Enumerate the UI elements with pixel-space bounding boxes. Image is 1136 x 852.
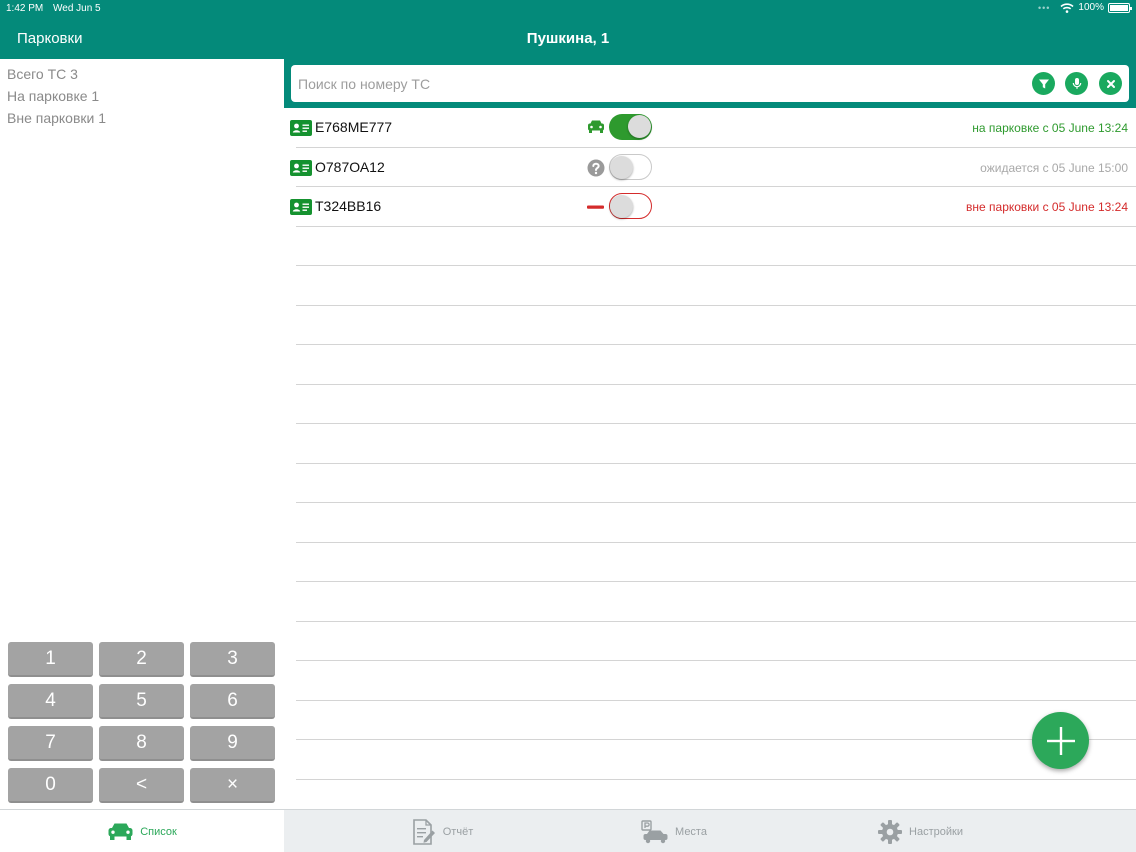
status-time: 1:42 PM xyxy=(6,3,44,14)
key-4[interactable]: 4 xyxy=(8,684,93,719)
vehicle-status: вне парковки с 05 June 13:24 xyxy=(966,200,1128,214)
gear-icon xyxy=(878,819,903,844)
filter-button[interactable] xyxy=(1032,72,1055,95)
tab-places[interactable]: Места xyxy=(532,810,816,852)
row-divider xyxy=(296,739,1136,740)
status-date: Wed Jun 5 xyxy=(53,3,101,14)
car-icon xyxy=(586,119,606,137)
vehicle-plate: Т324ВВ16 xyxy=(315,198,382,214)
search-input[interactable] xyxy=(291,65,1011,102)
row-divider xyxy=(296,660,1136,661)
vehicle-list-panel: Е768МЕ777 на парковке с 05 June 13:24 xyxy=(284,59,1136,809)
id-card-icon xyxy=(290,199,312,215)
vehicle-status: ожидается с 05 June 15:00 xyxy=(980,161,1128,175)
number-keypad: 1 2 3 4 5 6 7 8 9 0 < × xyxy=(8,642,275,803)
key-0[interactable]: 0 xyxy=(8,768,93,803)
key-8[interactable]: 8 xyxy=(99,726,184,761)
key-5[interactable]: 5 xyxy=(99,684,184,719)
row-divider xyxy=(296,700,1136,701)
toggle-knob xyxy=(610,195,633,218)
tab-bar: Список Отчёт Места Настройки xyxy=(0,809,1136,852)
row-divider xyxy=(296,226,1136,227)
tab-list[interactable]: Список xyxy=(0,810,284,852)
toggle-knob xyxy=(628,115,651,138)
key-9[interactable]: 9 xyxy=(190,726,275,761)
parking-toggle[interactable] xyxy=(609,114,652,140)
status-indicators: ••• 100% xyxy=(1037,2,1132,13)
row-divider xyxy=(296,621,1136,622)
plus-icon xyxy=(1046,726,1075,755)
row-divider xyxy=(296,186,1136,187)
vehicle-row[interactable]: О787ОА12 ожидается с 05 June 15:00 xyxy=(284,148,1136,187)
tab-settings[interactable]: Настройки xyxy=(778,810,1062,852)
vehicle-row[interactable]: Е768МЕ777 на парковке с 05 June 13:24 xyxy=(284,108,1136,147)
row-divider xyxy=(296,344,1136,345)
key-1[interactable]: 1 xyxy=(8,642,93,677)
question-icon xyxy=(586,159,606,177)
toggle-knob xyxy=(610,156,633,179)
id-card-icon xyxy=(290,160,312,176)
top-bar: 1:42 PM Wed Jun 5 ••• 100% Парковки Пушк… xyxy=(0,0,1136,59)
add-vehicle-button[interactable] xyxy=(1032,712,1089,769)
close-icon xyxy=(1106,79,1115,88)
vehicle-plate: Е768МЕ777 xyxy=(315,119,393,135)
row-divider xyxy=(296,542,1136,543)
row-divider xyxy=(296,581,1136,582)
parking-toggle[interactable] xyxy=(609,193,652,219)
microphone-icon xyxy=(1072,78,1081,89)
minus-icon xyxy=(586,198,606,216)
key-2[interactable]: 2 xyxy=(99,642,184,677)
row-divider xyxy=(296,423,1136,424)
search-bar xyxy=(284,59,1136,108)
row-divider xyxy=(296,147,1136,148)
vehicle-status: на парковке с 05 June 13:24 xyxy=(972,121,1128,135)
multitask-dots-icon: ••• xyxy=(1037,2,1051,13)
parking-places-icon xyxy=(641,819,668,843)
id-card-icon xyxy=(290,120,312,136)
tab-settings-label: Настройки xyxy=(909,825,963,838)
key-3[interactable]: 3 xyxy=(190,642,275,677)
car-icon xyxy=(108,823,133,840)
search-box xyxy=(291,65,1129,102)
voice-search-button[interactable] xyxy=(1065,72,1088,95)
tab-list-label: Список xyxy=(140,825,177,838)
row-divider xyxy=(296,305,1136,306)
stat-away: Вне парковки 1 xyxy=(7,110,107,126)
key-backspace[interactable]: < xyxy=(99,768,184,803)
key-clear[interactable]: × xyxy=(190,768,275,803)
row-divider xyxy=(296,463,1136,464)
report-icon xyxy=(412,818,435,845)
clear-search-button[interactable] xyxy=(1099,72,1122,95)
row-divider xyxy=(296,384,1136,385)
row-divider xyxy=(296,779,1136,780)
parking-toggle[interactable] xyxy=(609,154,652,180)
tab-report-label: Отчёт xyxy=(442,825,474,838)
key-6[interactable]: 6 xyxy=(190,684,275,719)
battery-percent: 100% xyxy=(1078,2,1104,13)
vehicle-plate: О787ОА12 xyxy=(315,159,385,175)
wifi-icon xyxy=(1060,2,1074,13)
row-divider xyxy=(296,502,1136,503)
filter-icon xyxy=(1038,79,1049,88)
stat-parked: На парковке 1 xyxy=(7,88,100,104)
battery-icon xyxy=(1108,2,1132,13)
key-7[interactable]: 7 xyxy=(8,726,93,761)
tab-places-label: Места xyxy=(675,825,707,838)
stat-total: Всего ТС 3 xyxy=(7,66,78,82)
page-title: Пушкина, 1 xyxy=(526,30,610,47)
vehicle-row[interactable]: Т324ВВ16 вне парковки с 05 June 13:24 xyxy=(284,187,1136,226)
row-divider xyxy=(296,265,1136,266)
